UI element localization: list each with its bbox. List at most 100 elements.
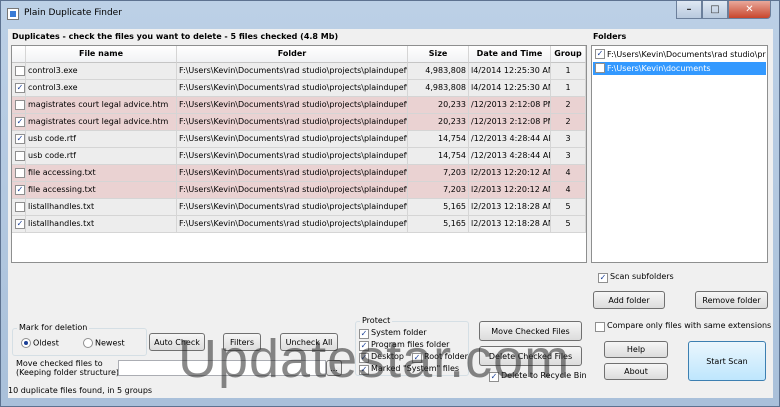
row-checkbox-cell — [12, 97, 26, 114]
app-icon — [7, 8, 19, 20]
row-checkbox[interactable]: ✓ — [15, 134, 25, 144]
add-folder-button[interactable]: Add folder — [593, 291, 665, 309]
folder-checkbox[interactable] — [595, 63, 605, 73]
cell-group: 3 — [551, 131, 586, 148]
help-button[interactable]: Help — [604, 341, 668, 358]
cell-group: 1 — [551, 63, 586, 80]
cell-folder: F:\Users\Kevin\Documents\rad studio\proj… — [177, 131, 408, 148]
window-title: Plain Duplicate Finder — [24, 8, 122, 18]
row-checkbox-cell: ✓ — [12, 114, 26, 131]
row-checkbox-cell: ✓ — [12, 131, 26, 148]
title-bar: Plain Duplicate Finder – □ ✕ — [1, 1, 779, 27]
header-file-name[interactable]: File name — [26, 46, 177, 63]
cell-name: listallhandles.txt — [26, 199, 177, 216]
maximize-button[interactable]: □ — [702, 1, 728, 19]
duplicates-grid[interactable]: File name Folder Size Date and Time Grou… — [11, 45, 587, 263]
newest-radio[interactable]: Newest — [83, 338, 125, 348]
compare-ext-label: Compare only files with same extensions — [607, 321, 772, 330]
row-checkbox-cell — [12, 199, 26, 216]
table-row[interactable]: ✓ magistrates court legal advice.htm F:\Us… — [12, 114, 586, 131]
cell-size: 4,983,808 — [408, 63, 469, 80]
cell-name: control3.exe — [26, 80, 177, 97]
table-row[interactable]: ✓ file accessing.txt F:\Users\Kevin\Docume… — [12, 182, 586, 199]
compare-ext-box[interactable] — [595, 322, 605, 332]
header-size[interactable]: Size — [408, 46, 469, 63]
move-structure-label: (Keeping folder structure) — [16, 368, 119, 377]
table-row[interactable]: ✓ control3.exe F:\Users\Kevin\Documents\ra… — [12, 80, 586, 97]
row-checkbox[interactable] — [15, 151, 25, 161]
folder-path: F:\Users\Kevin\Documents\rad studio\proj… — [607, 50, 766, 59]
table-row[interactable]: ✓ listallhandles.txt F:\Users\Kevin\Docume… — [12, 216, 586, 233]
cell-size: 14,754 — [408, 131, 469, 148]
folders-list[interactable]: ✓ F:\Users\Kevin\Documents\rad studio\pro… — [591, 45, 768, 263]
cell-folder: F:\Users\Kevin\Documents\rad studio\proj… — [177, 114, 408, 131]
table-row[interactable]: listallhandles.txt F:\Users\Kevin\Documen… — [12, 199, 586, 216]
header-date-time[interactable]: Date and Time — [469, 46, 551, 63]
row-checkbox[interactable] — [15, 168, 25, 178]
scan-subfolders-label: Scan subfolders — [610, 272, 674, 281]
cell-date: /12/2013 2:12:08 PM — [469, 97, 551, 114]
folder-item[interactable]: ✓ F:\Users\Kevin\Documents\rad studio\pro… — [593, 48, 766, 61]
start-scan-button[interactable]: Start Scan — [688, 341, 766, 381]
cell-date: /12/2013 2:12:08 PM — [469, 114, 551, 131]
cell-folder: F:\Users\Kevin\Documents\rad studio\proj… — [177, 63, 408, 80]
scan-subfolders-box[interactable]: ✓ — [598, 273, 608, 283]
newest-label: Newest — [95, 338, 125, 348]
duplicates-header: Duplicates - check the files you want to… — [12, 32, 339, 41]
cell-size: 5,165 — [408, 199, 469, 216]
row-checkbox[interactable]: ✓ — [15, 185, 25, 195]
folder-item[interactable]: F:\Users\Kevin\documents — [593, 62, 766, 75]
cell-group: 5 — [551, 216, 586, 233]
remove-folder-button[interactable]: Remove folder — [695, 291, 768, 309]
header-folder[interactable]: Folder — [177, 46, 408, 63]
maximize-icon: □ — [710, 4, 720, 15]
cell-group: 2 — [551, 97, 586, 114]
folder-checkbox[interactable]: ✓ — [595, 49, 605, 59]
cell-name: file accessing.txt — [26, 182, 177, 199]
cell-group: 4 — [551, 165, 586, 182]
header-group[interactable]: Group — [551, 46, 586, 63]
table-row[interactable]: ✓ usb code.rtf F:\Users\Kevin\Documents\ra… — [12, 131, 586, 148]
table-row[interactable]: usb code.rtf F:\Users\Kevin\Documents\rad… — [12, 148, 586, 165]
cell-date: l2/2013 12:20:12 AM — [469, 165, 551, 182]
oldest-radio[interactable]: Oldest — [21, 338, 59, 348]
cell-date: /12/2013 4:28:44 AM — [469, 148, 551, 165]
cell-name: magistrates court legal advice.htm — [26, 97, 177, 114]
cell-name: file accessing.txt — [26, 165, 177, 182]
row-checkbox[interactable]: ✓ — [15, 219, 25, 229]
row-checkbox[interactable] — [15, 202, 25, 212]
compare-ext-checkbox[interactable]: Compare only files with same extensions — [595, 321, 772, 332]
table-row[interactable]: file accessing.txt F:\Users\Kevin\Documen… — [12, 165, 586, 182]
cell-name: listallhandles.txt — [26, 216, 177, 233]
scan-subfolders-checkbox[interactable]: ✓ Scan subfolders — [598, 272, 674, 283]
oldest-label: Oldest — [33, 338, 59, 348]
minimize-button[interactable]: – — [676, 1, 702, 19]
cell-size: 20,233 — [408, 114, 469, 131]
cell-size: 7,203 — [408, 182, 469, 199]
newest-radio-dot[interactable] — [83, 338, 93, 348]
about-button[interactable]: About — [604, 363, 668, 380]
table-row[interactable]: magistrates court legal advice.htm F:\Use… — [12, 97, 586, 114]
row-checkbox-cell: ✓ — [12, 182, 26, 199]
row-checkbox[interactable]: ✓ — [15, 117, 25, 127]
close-button[interactable]: ✕ — [728, 1, 771, 19]
cell-size: 7,203 — [408, 165, 469, 182]
folders-title: Folders — [593, 32, 627, 41]
cell-date: l4/2014 12:25:30 AM — [469, 63, 551, 80]
cell-group: 3 — [551, 148, 586, 165]
protect-label: Protect — [360, 316, 393, 325]
app-window: Plain Duplicate Finder – □ ✕ Duplicates … — [0, 0, 780, 407]
cell-folder: F:\Users\Kevin\Documents\rad studio\proj… — [177, 165, 408, 182]
row-checkbox-cell — [12, 165, 26, 182]
cell-size: 4,983,808 — [408, 80, 469, 97]
status-bar: 10 duplicate files found, in 5 groups — [8, 386, 153, 395]
oldest-radio-dot[interactable] — [21, 338, 31, 348]
grid-header: File name Folder Size Date and Time Grou… — [12, 46, 586, 63]
cell-group: 2 — [551, 114, 586, 131]
cell-name: usb code.rtf — [26, 148, 177, 165]
row-checkbox[interactable]: ✓ — [15, 83, 25, 93]
row-checkbox-cell: ✓ — [12, 216, 26, 233]
row-checkbox[interactable] — [15, 100, 25, 110]
table-row[interactable]: control3.exe F:\Users\Kevin\Documents\rad… — [12, 63, 586, 80]
row-checkbox[interactable] — [15, 66, 25, 76]
